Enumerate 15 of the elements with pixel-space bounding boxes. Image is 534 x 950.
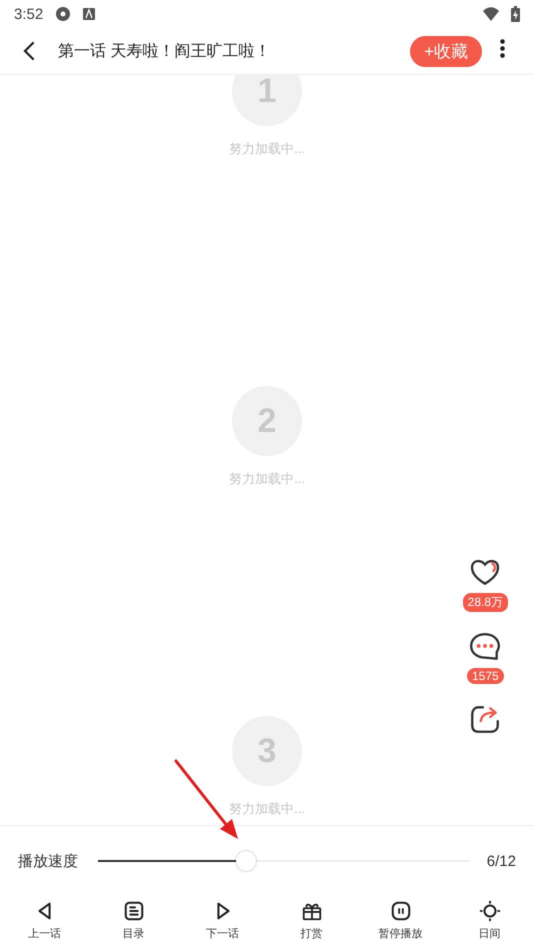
speed-value: 6/12 xyxy=(486,852,516,870)
loading-text: 努力加载中... xyxy=(229,140,305,158)
loading-text: 努力加载中... xyxy=(229,470,305,488)
toolbar-button[interactable]: 日间 xyxy=(450,900,530,941)
toolbar-button[interactable]: 目录 xyxy=(94,900,174,941)
chapter-title: 第一话 天寿啦！阎王旷工啦！ xyxy=(58,42,272,62)
loading-text: 努力加载中... xyxy=(229,800,305,818)
speed-label: 播放速度 xyxy=(18,852,79,870)
toolbar-button[interactable]: 暂停播放 xyxy=(360,900,440,941)
toolbar-button[interactable]: 下一话 xyxy=(182,900,262,941)
count-badge: 28.8万 xyxy=(462,593,508,612)
toolbar-button[interactable]: 打赏 xyxy=(272,900,352,941)
toolbar-button[interactable]: 上一话 xyxy=(4,900,84,941)
count-badge: 1575 xyxy=(466,668,504,684)
status-time: 3:52 xyxy=(14,6,44,22)
